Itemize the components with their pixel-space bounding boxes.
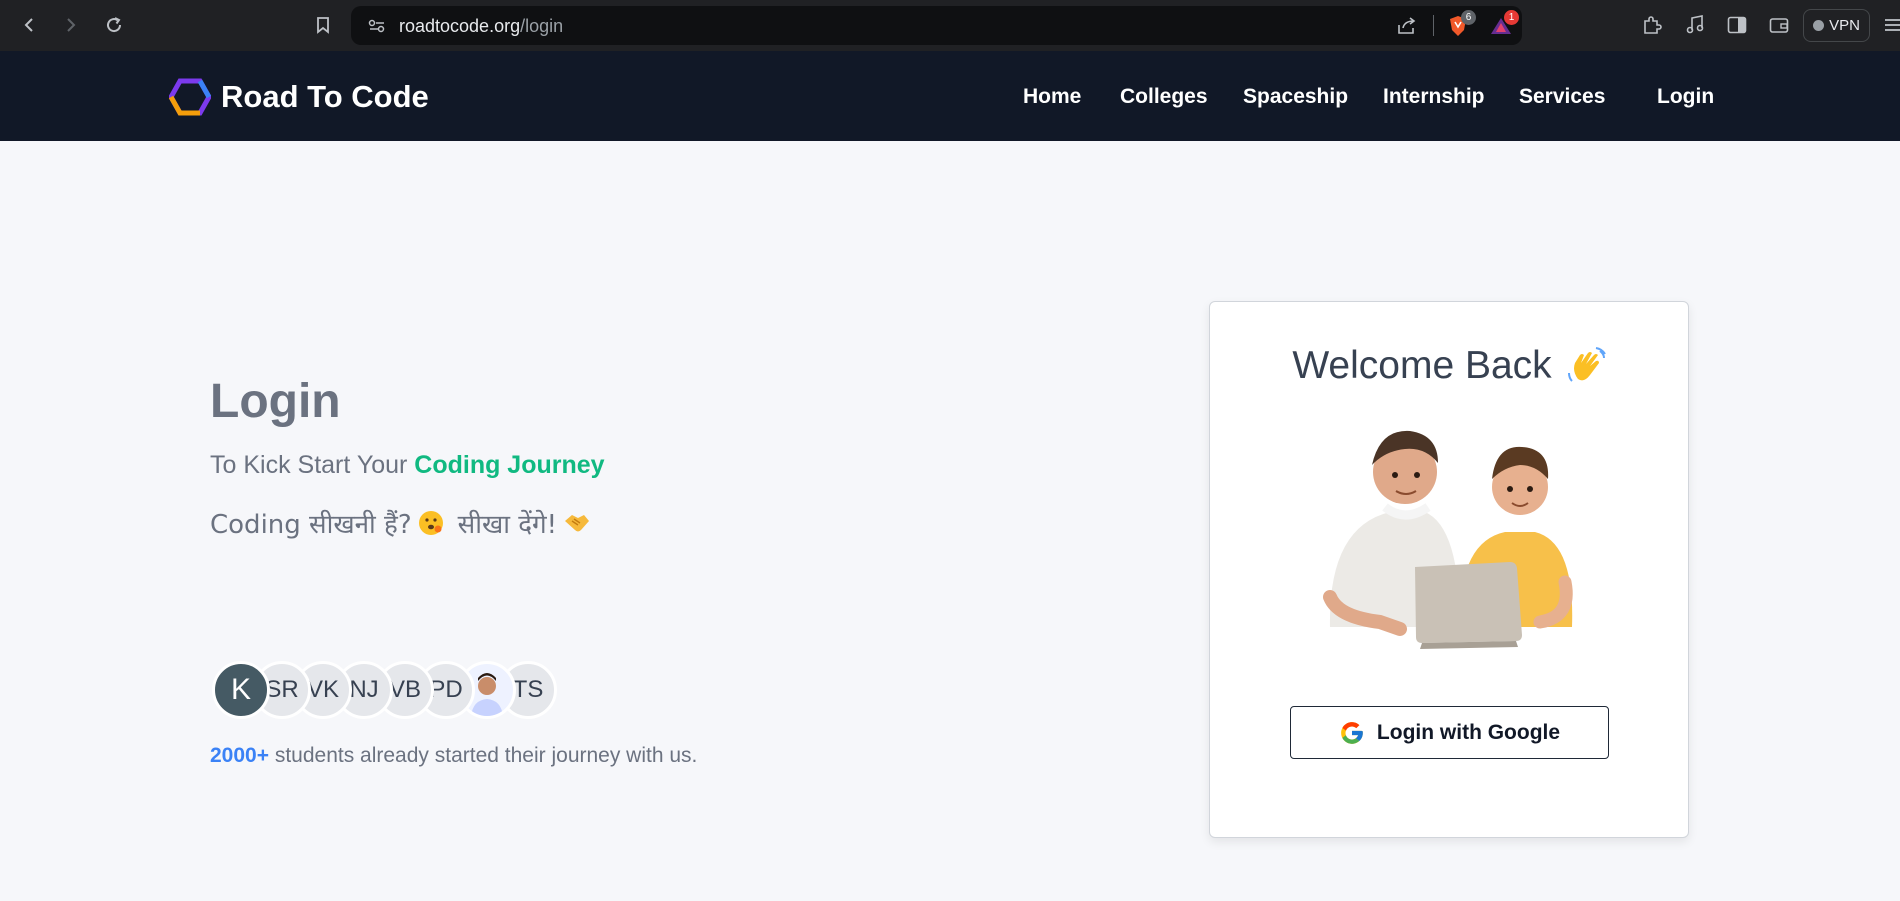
login-card: Welcome Back Login with Google	[1209, 301, 1689, 838]
divider	[1433, 15, 1434, 36]
rewards-badge: 1	[1504, 10, 1519, 25]
wallet-icon[interactable]	[1766, 12, 1792, 38]
brand-logo[interactable]: Road To Code	[169, 78, 429, 116]
url-text: roadtocode.org/login	[399, 16, 564, 36]
welcome-heading: Welcome Back	[1210, 344, 1690, 388]
avatar: K	[212, 661, 270, 719]
hero-tagline: Coding सीखनी हैं? सीखा देंगे!	[210, 505, 591, 541]
nav-login[interactable]: Login	[1657, 85, 1714, 109]
menu-icon[interactable]	[1880, 12, 1900, 38]
students-count: 2000+	[210, 744, 269, 767]
site-header: Road To Code Home Colleges Spaceship Int…	[0, 51, 1900, 141]
students-illustration	[1323, 430, 1573, 649]
students-stat: 2000+ students already started their jou…	[210, 744, 698, 767]
hexagon-logo-icon	[169, 78, 211, 116]
site-settings-icon[interactable]	[365, 14, 389, 38]
brave-shields-icon[interactable]: 6	[1446, 10, 1476, 38]
sidebar-icon[interactable]	[1724, 12, 1750, 38]
address-bar[interactable]: roadtocode.org/login 6 1	[351, 6, 1522, 45]
vpn-label: VPN	[1829, 17, 1860, 34]
brand-name: Road To Code	[221, 79, 429, 114]
vpn-button[interactable]: VPN	[1803, 9, 1870, 42]
waving-hand-icon	[1567, 347, 1606, 382]
nav-home[interactable]: Home	[1023, 85, 1081, 109]
nav-colleges[interactable]: Colleges	[1120, 85, 1208, 109]
share-icon[interactable]	[1395, 14, 1419, 38]
media-icon[interactable]	[1682, 12, 1708, 38]
subtitle-accent: Coding Journey	[414, 451, 605, 479]
bookmark-icon[interactable]	[310, 12, 336, 38]
back-icon[interactable]	[16, 12, 42, 38]
nav-spaceship[interactable]: Spaceship	[1243, 85, 1348, 109]
nav-services[interactable]: Services	[1519, 85, 1605, 109]
nav-internship[interactable]: Internship	[1383, 85, 1485, 109]
login-with-google-button[interactable]: Login with Google	[1290, 706, 1609, 759]
thinking-face-icon	[418, 511, 443, 535]
google-icon	[1341, 721, 1363, 744]
hero-subtitle: To Kick Start Your Coding Journey	[210, 451, 605, 479]
extensions-icon[interactable]	[1639, 12, 1665, 38]
reload-icon[interactable]	[101, 12, 127, 38]
page-title: Login	[210, 375, 341, 428]
handshake-icon	[565, 515, 590, 532]
forward-icon[interactable]	[58, 12, 84, 38]
brave-rewards-icon[interactable]: 1	[1489, 10, 1519, 38]
shields-badge: 6	[1461, 10, 1476, 25]
vpn-status-icon	[1813, 20, 1825, 31]
browser-toolbar: roadtocode.org/login 6 1 VPN	[0, 0, 1900, 51]
